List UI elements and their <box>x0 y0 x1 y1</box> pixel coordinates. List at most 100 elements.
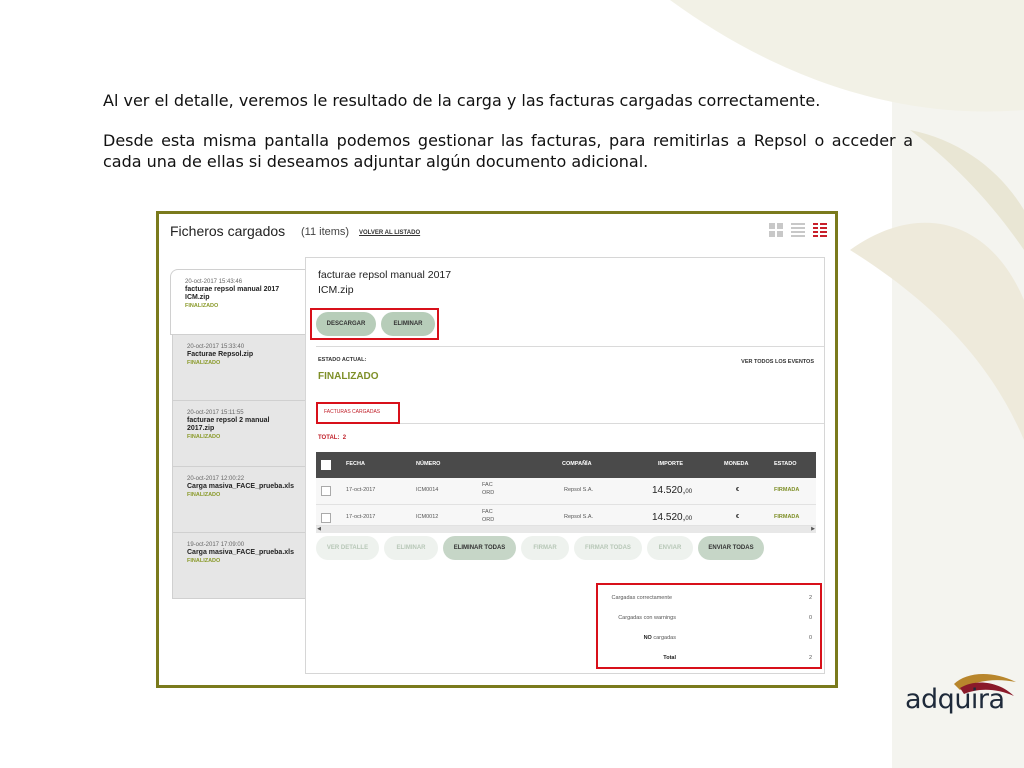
file-status: FINALIZADO <box>185 303 219 309</box>
scroll-right-icon[interactable]: ▶ <box>810 526 816 533</box>
detail-title-line-2: ICM.zip <box>318 284 354 296</box>
detail-title: facturae repsol manual 2017 ICM.zip <box>318 268 451 298</box>
state-value: FINALIZADO <box>318 371 379 382</box>
intro-paragraph-1: Al ver el detalle, veremos le resultado … <box>103 91 821 110</box>
adquira-logo: adquira <box>905 684 1005 715</box>
col-moneda: MONEDA <box>724 461 749 467</box>
cell-tipo-1: FAC <box>482 482 493 488</box>
summary-not-loaded-bold: NO <box>643 635 652 641</box>
cell-importe: 14.520,00 <box>652 485 692 496</box>
upload-summary: Cargadas correctamente 2 Cargadas con wa… <box>596 595 820 669</box>
table-row[interactable]: 17-oct-2017 ICM0014 FAC ORD Repsol S.A. 1… <box>316 478 816 505</box>
send-button[interactable]: ENVIAR <box>647 536 693 560</box>
summary-total-label: Total <box>663 655 676 661</box>
file-date: 19-oct-2017 17:09:00 <box>187 542 245 548</box>
sign-button[interactable]: FIRMAR <box>521 536 569 560</box>
invoices-table: FECHA NÚMERO COMPAÑÍA IMPORTE MONEDA EST… <box>316 452 816 533</box>
cell-estado: FIRMADA <box>774 487 800 493</box>
file-status: FINALIZADO <box>187 434 221 440</box>
file-item[interactable]: 20-oct-2017 15:11:55 facturae repsol 2 m… <box>172 401 306 467</box>
view-all-events-link[interactable]: VER TODOS LOS EVENTOS <box>741 359 814 365</box>
detail-view-icon[interactable] <box>813 223 827 237</box>
intro-paragraph-2: Desde esta misma pantalla podemos gestio… <box>103 131 913 171</box>
file-item[interactable]: 20-oct-2017 12:00:22 Carga masiva_FACE_p… <box>172 467 306 533</box>
summary-row-total: Total 2 <box>596 655 820 667</box>
sign-all-button[interactable]: FIRMAR TODAS <box>574 536 642 560</box>
file-date: 20-oct-2017 15:33:40 <box>187 344 245 350</box>
intro-text: Al ver el detalle, veremos le resultado … <box>103 90 913 191</box>
cell-tipo: FAC ORD <box>482 508 494 524</box>
file-item[interactable]: 20-oct-2017 15:33:40 Facturae Repsol.zip… <box>172 335 306 401</box>
state-label: ESTADO ACTUAL: <box>318 357 367 363</box>
cell-tipo-1: FAC <box>482 509 493 515</box>
file-name: facturae repsol 2 manual 2017.zip <box>187 417 270 432</box>
back-to-list-link[interactable]: VOLVER AL LISTADO <box>359 230 420 236</box>
cell-numero: ICM0012 <box>416 514 439 520</box>
currency-euro-icon: € <box>736 487 740 493</box>
file-detail-panel: facturae repsol manual 2017 ICM.zip DESC… <box>305 257 825 674</box>
divider <box>316 346 824 347</box>
file-name: facturae repsol manual 2017 ICM.zip <box>185 286 280 301</box>
currency-euro-icon: € <box>736 514 740 520</box>
grid-view-icon[interactable] <box>769 223 783 237</box>
screenshot-frame: Ficheros cargados (11 items) VOLVER AL L… <box>156 211 838 688</box>
cell-importe: 14.520,00 <box>652 512 692 523</box>
scroll-left-icon[interactable]: ◀ <box>316 526 322 533</box>
table-row[interactable]: 17-oct-2017 ICM0012 FAC ORD Repsol S.A. 1… <box>316 505 816 526</box>
file-status: FINALIZADO <box>187 558 221 564</box>
cell-estado: FIRMADA <box>774 514 800 520</box>
col-fecha: FECHA <box>346 461 365 467</box>
summary-row-not-loaded: NO cargadas 0 <box>596 635 820 647</box>
file-name: Carga masiva_FACE_prueba.xls <box>187 483 294 490</box>
horizontal-scrollbar[interactable]: ◀ ▶ <box>316 526 816 533</box>
file-name: Facturae Repsol.zip <box>187 351 254 358</box>
file-name: Carga masiva_FACE_prueba.xls <box>187 549 294 556</box>
send-all-button[interactable]: ENVIAR TODAS <box>698 536 764 560</box>
file-date: 20-oct-2017 12:00:22 <box>187 476 245 482</box>
summary-row-warnings: Cargadas con warnings 0 <box>596 615 820 627</box>
page-title: Ficheros cargados <box>170 223 286 239</box>
delete-selected-button[interactable]: ELIMINAR <box>384 536 438 560</box>
select-all-checkbox[interactable] <box>321 460 331 470</box>
row-checkbox[interactable] <box>321 513 331 523</box>
importe-integer: 14.520, <box>652 485 686 496</box>
cell-tipo-2: ORD <box>482 490 495 496</box>
delete-button[interactable]: ELIMINAR <box>381 312 435 336</box>
total-invoices: TOTAL: 2 <box>318 435 346 441</box>
tab-facturas-cargadas[interactable]: FACTURAS CARGADAS <box>324 409 380 415</box>
items-count: (11 items) <box>301 226 350 238</box>
col-numero: NÚMERO <box>416 461 441 467</box>
summary-ok-value: 2 <box>808 595 812 601</box>
importe-decimals: 00 <box>685 489 693 495</box>
detail-title-line-1: facturae repsol manual 2017 <box>318 269 452 281</box>
importe-integer: 14.520, <box>652 512 686 523</box>
view-detail-button[interactable]: VER DETALLE <box>316 536 379 560</box>
cell-compania: Repsol S.A. <box>564 514 594 520</box>
cell-fecha: 17-oct-2017 <box>346 514 376 520</box>
file-item[interactable]: 20-oct-2017 15:43:46 facturae repsol man… <box>170 269 306 335</box>
total-label: TOTAL: <box>318 435 340 441</box>
summary-not-loaded-value: 0 <box>808 635 812 641</box>
delete-all-button[interactable]: ELIMINAR TODAS <box>443 536 516 560</box>
download-button[interactable]: DESCARGAR <box>316 312 376 336</box>
col-estado: ESTADO <box>774 461 797 467</box>
summary-total-value: 2 <box>808 655 812 661</box>
table-header: FECHA NÚMERO COMPAÑÍA IMPORTE MONEDA EST… <box>316 452 816 478</box>
row-checkbox[interactable] <box>321 486 331 496</box>
total-value: 2 <box>342 435 347 441</box>
file-date: 20-oct-2017 15:11:55 <box>187 410 244 416</box>
cell-fecha: 17-oct-2017 <box>346 487 376 493</box>
cell-compania: Repsol S.A. <box>564 487 594 493</box>
list-view-icon[interactable] <box>791 223 805 237</box>
cell-tipo-2: ORD <box>482 517 495 523</box>
cell-tipo: FAC ORD <box>482 481 494 497</box>
summary-row-ok: Cargadas correctamente 2 <box>596 595 820 607</box>
summary-not-loaded-label: NO cargadas <box>644 635 676 641</box>
file-item[interactable]: 19-oct-2017 17:09:00 Carga masiva_FACE_p… <box>172 533 306 599</box>
summary-ok-label: Cargadas correctamente <box>611 595 672 601</box>
file-list: 20-oct-2017 15:43:46 facturae repsol man… <box>170 269 306 599</box>
col-importe: IMPORTE <box>658 461 684 467</box>
summary-warnings-value: 0 <box>808 615 812 621</box>
file-status: FINALIZADO <box>187 360 221 366</box>
view-toggle <box>769 223 827 237</box>
